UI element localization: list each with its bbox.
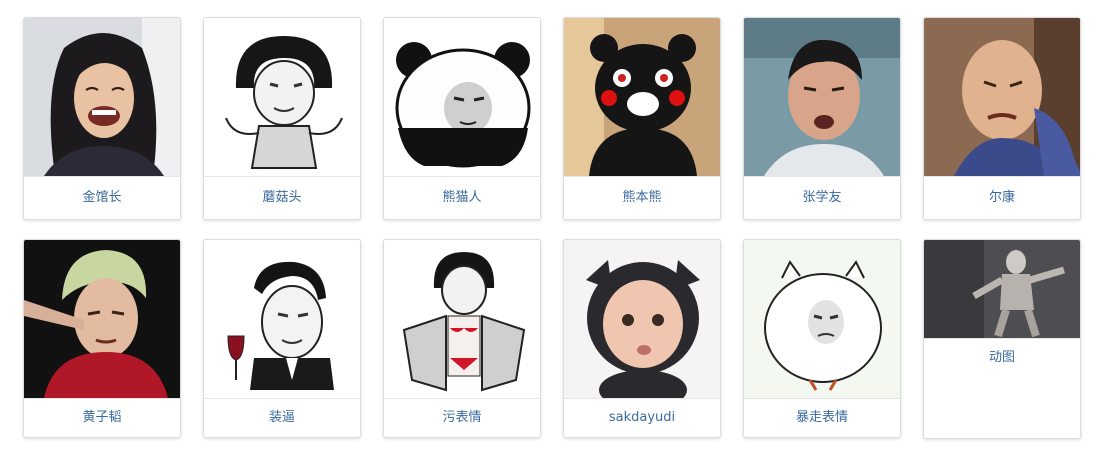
meme-label: 动图 [988, 350, 1015, 365]
meme-card-panda-man[interactable]: 熊猫人 [383, 17, 541, 220]
meme-label: 金馆长 [82, 190, 122, 205]
suited-man-wine-glass-image [204, 240, 360, 399]
meme-card-mushroom-head[interactable]: 蘑菇头 [203, 17, 361, 220]
meme-label: 熊猫人 [442, 190, 482, 205]
meme-label: 蘑菇头 [262, 190, 302, 205]
meme-label: 黄子韬 [82, 410, 122, 425]
panda-head-face-image [384, 18, 540, 177]
long-hair-laughing-man-image [24, 18, 180, 177]
meme-label: sakdayudi [608, 410, 676, 425]
meme-label: 装逼 [268, 410, 295, 425]
round-white-blob-face-image [744, 240, 900, 399]
meme-label: 熊本熊 [622, 190, 662, 205]
meme-label: 污表情 [442, 410, 482, 425]
bald-man-grimace-image [924, 18, 1080, 177]
meme-label: 暴走表情 [795, 410, 848, 425]
meme-card-kumamon[interactable]: 熊本熊 [563, 17, 721, 220]
meme-card-huang-zitao[interactable]: 黄子韬 [23, 239, 181, 438]
mushroom-head-shrug-image [204, 18, 360, 177]
meme-card-zhuangbi[interactable]: 装逼 [203, 239, 361, 438]
meme-card-erkang[interactable]: 尔康 [923, 17, 1081, 220]
meme-label: 尔康 [988, 190, 1015, 205]
meme-label: 张学友 [802, 190, 842, 205]
meme-card-jacky-cheung[interactable]: 张学友 [743, 17, 901, 220]
meme-card-sakdayudi[interactable]: sakdayudi [563, 239, 721, 438]
blond-singer-pointing-image [24, 240, 180, 399]
baby-in-cat-costume-image [564, 240, 720, 399]
meme-card-jin-guanzhang[interactable]: 金馆长 [23, 17, 181, 220]
meme-card-wu-biaoqing[interactable]: 污表情 [383, 239, 541, 438]
kumamon-bear-image [564, 18, 720, 177]
meme-card-dongtu[interactable]: 动图 [923, 239, 1081, 439]
blurry-dancing-figure-image [924, 240, 1080, 339]
meme-card-baozou-biaoqing[interactable]: 暴走表情 [743, 239, 901, 438]
mushroom-head-bikini-cape-image [384, 240, 540, 399]
man-surprised-face-image [744, 18, 900, 177]
